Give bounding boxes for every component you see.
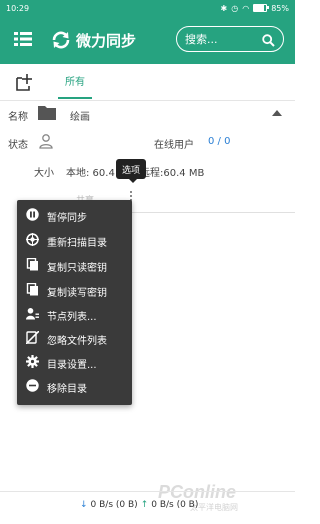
tab-all[interactable]: 所有 <box>58 64 92 99</box>
folder-name: 绘画 <box>70 112 90 123</box>
menu-item-label: 忽略文件列表 <box>47 336 107 347</box>
status-label: 状态 <box>8 140 28 151</box>
menu-item-label: 暂停同步 <box>47 213 87 224</box>
online-users-value: 0 / 0 <box>208 136 231 147</box>
footer-divider <box>0 491 295 492</box>
name-label: 名称 <box>8 112 28 123</box>
menu-icon[interactable] <box>14 32 32 46</box>
app-bar: 微力同步 <box>0 16 295 64</box>
status-icons: ✱ ◷ ◠ 85% <box>221 4 289 13</box>
divider <box>130 212 295 213</box>
transfer-status: ↓ 0 B/s (0 B) ↑ 0 B/s (0 B) <box>80 500 198 510</box>
ignore-icon <box>25 330 40 345</box>
menu-item-rescan[interactable]: 重新扫描目录 <box>17 228 132 252</box>
menu-item-label: 移除目录 <box>47 384 87 395</box>
remove-icon <box>26 379 39 392</box>
menu-item-label: 节点列表... <box>47 312 97 323</box>
status-bar: 10:29 ✱ ◷ ◠ 85% <box>0 0 295 16</box>
download-rate: 0 B/s (0 B) <box>90 500 138 510</box>
search-icon[interactable] <box>262 32 275 51</box>
status-time: 10:29 <box>6 3 30 13</box>
search-box[interactable] <box>176 26 284 52</box>
online-users-label: 在线用户 <box>154 140 194 151</box>
battery-percent: 85% <box>271 3 289 13</box>
tab-bar: 所有 <box>0 64 295 101</box>
app-title: 微力同步 <box>76 32 137 50</box>
menu-item-label: 重新扫描目录 <box>47 238 107 249</box>
sync-logo-icon <box>50 29 72 51</box>
menu-item-copy-readonly-key[interactable]: 复制只读密钥 <box>17 253 132 277</box>
rescan-icon <box>26 233 39 246</box>
size-label: 大小 <box>34 168 54 179</box>
wifi-icon: ◠ <box>242 3 250 13</box>
menu-item-copy-readwrite-key[interactable]: 复制读写密钥 <box>17 278 132 302</box>
upload-rate: 0 B/s (0 B) <box>151 500 199 510</box>
nodes-icon <box>26 307 39 320</box>
collapse-icon[interactable] <box>272 110 282 116</box>
pause-icon <box>26 208 39 221</box>
alarm-icon: ◷ <box>231 3 239 13</box>
menu-item-label: 复制只读密钥 <box>47 263 107 274</box>
copy-icon <box>26 282 39 296</box>
battery-icon <box>253 4 270 12</box>
menu-item-folder-settings[interactable]: 目录设置... <box>17 350 132 374</box>
tooltip-text: 选项 <box>122 165 141 176</box>
menu-item-pause[interactable]: 暂停同步 <box>17 203 132 227</box>
options-menu: 暂停同步 重新扫描目录 复制只读密钥 复制读写密钥 节点列表... 忽略文件列表 <box>17 200 132 405</box>
menu-item-ignore-list[interactable]: 忽略文件列表 <box>17 326 132 350</box>
bluetooth-icon: ✱ <box>220 3 228 13</box>
search-input[interactable] <box>185 32 255 46</box>
menu-item-remove-folder[interactable]: 移除目录 <box>17 374 132 398</box>
upload-arrow-icon: ↑ <box>140 500 149 510</box>
download-arrow-icon: ↓ <box>80 500 88 510</box>
size-remote: 远程:60.4 MB <box>140 168 205 179</box>
gear-icon <box>26 355 39 368</box>
menu-item-label: 目录设置... <box>47 360 97 371</box>
copy-icon <box>26 257 39 271</box>
add-folder-icon[interactable] <box>14 72 34 92</box>
menu-item-label: 复制读写密钥 <box>47 288 107 299</box>
folder-icon <box>38 104 56 120</box>
options-tooltip: 选项 <box>116 159 147 183</box>
person-icon <box>38 133 54 153</box>
menu-item-node-list[interactable]: 节点列表... <box>17 302 132 326</box>
